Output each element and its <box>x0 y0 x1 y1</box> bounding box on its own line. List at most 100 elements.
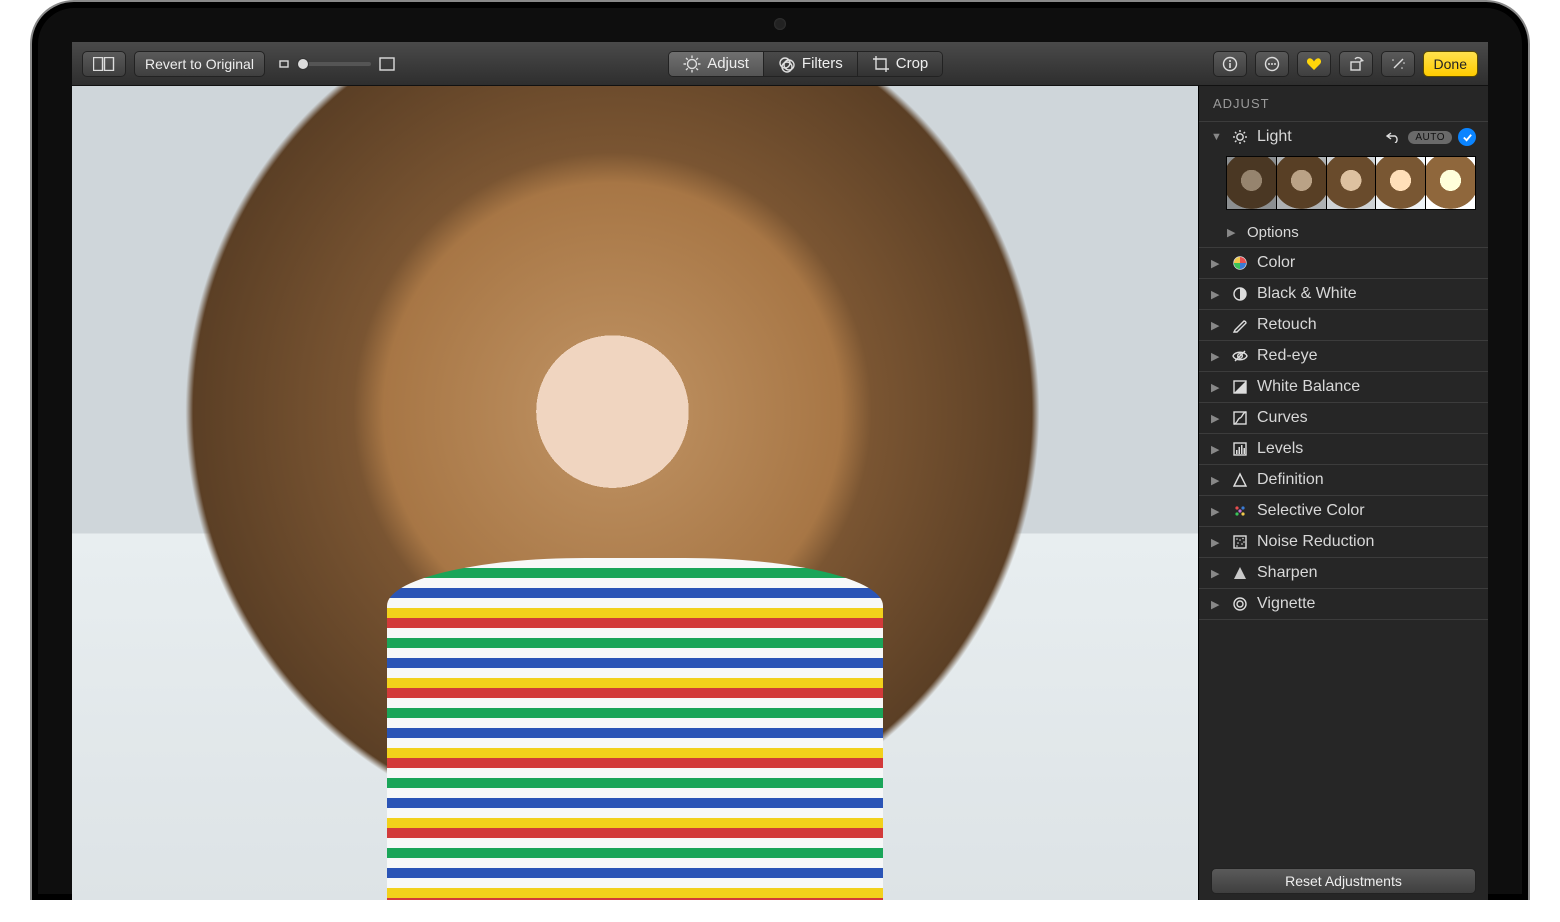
chevron-right-icon: ▶ <box>1211 412 1223 425</box>
zoom-out-icon <box>277 58 291 70</box>
white-balance-icon <box>1231 379 1249 395</box>
light-preview-5[interactable] <box>1425 156 1476 210</box>
row-selective-color-label: Selective Color <box>1257 502 1476 520</box>
section-black-white: ▶Black & White <box>1199 279 1488 310</box>
adjust-panel: ADJUST ▼ Light AUTO <box>1198 86 1488 900</box>
app-window: Revert to Original <box>72 42 1488 900</box>
sharpen-icon <box>1231 565 1249 581</box>
row-curves[interactable]: ▶ Curves <box>1199 403 1488 433</box>
rotate-button[interactable] <box>1339 51 1373 77</box>
row-vignette[interactable]: ▶Vignette <box>1199 589 1488 619</box>
more-button[interactable] <box>1255 51 1289 77</box>
row-retouch-label: Retouch <box>1257 316 1476 334</box>
toolbar: Revert to Original <box>72 42 1488 86</box>
light-icon <box>1231 129 1249 145</box>
chevron-right-icon: ▶ <box>1211 381 1223 394</box>
row-red-eye-label: Red-eye <box>1257 347 1476 365</box>
heart-icon <box>1306 57 1322 71</box>
red-eye-icon <box>1231 348 1249 364</box>
compare-toggle[interactable] <box>82 51 126 77</box>
undo-icon[interactable] <box>1384 131 1402 143</box>
row-curves-label: Curves <box>1257 409 1476 427</box>
selective-color-icon <box>1231 503 1249 519</box>
chevron-right-icon: ▶ <box>1211 350 1223 363</box>
info-button[interactable] <box>1213 51 1247 77</box>
color-icon <box>1231 255 1249 271</box>
row-definition[interactable]: ▶ Definition <box>1199 465 1488 495</box>
tab-crop[interactable]: Crop <box>858 52 943 76</box>
row-sharpen[interactable]: ▶Sharpen <box>1199 558 1488 588</box>
crop-icon <box>872 55 890 73</box>
section-white-balance: ▶ White Balance <box>1199 372 1488 403</box>
row-definition-label: Definition <box>1257 471 1476 489</box>
tab-adjust-label: Adjust <box>707 55 749 72</box>
tab-adjust[interactable]: Adjust <box>669 52 764 76</box>
section-selective-color: ▶ Selective Color <box>1199 496 1488 527</box>
row-white-balance[interactable]: ▶ White Balance <box>1199 372 1488 402</box>
adjust-icon <box>683 55 701 73</box>
row-vignette-label: Vignette <box>1257 595 1476 613</box>
row-levels[interactable]: ▶Levels <box>1199 434 1488 464</box>
light-preview-4[interactable] <box>1375 156 1426 210</box>
light-preview-strip[interactable] <box>1199 152 1488 218</box>
light-preview-3[interactable] <box>1326 156 1377 210</box>
done-label: Done <box>1434 56 1467 72</box>
zoom-thumb[interactable] <box>297 58 309 70</box>
row-color[interactable]: ▶Color <box>1199 248 1488 278</box>
light-preview-2[interactable] <box>1276 156 1327 210</box>
curves-icon <box>1231 410 1249 426</box>
revert-label: Revert to Original <box>145 56 254 72</box>
tab-filters-label: Filters <box>802 55 843 72</box>
photo-canvas[interactable] <box>72 86 1198 900</box>
section-curves: ▶ Curves <box>1199 403 1488 434</box>
chevron-right-icon: ▶ <box>1227 226 1239 239</box>
mode-segmented-control: Adjust Filters Crop <box>668 51 943 77</box>
section-noise-reduction: ▶ Noise Reduction <box>1199 527 1488 558</box>
row-white-balance-label: White Balance <box>1257 378 1476 396</box>
favorite-button[interactable] <box>1297 51 1331 77</box>
more-icon <box>1264 56 1280 72</box>
wand-icon <box>1390 56 1406 72</box>
tab-filters[interactable]: Filters <box>764 52 858 76</box>
reset-adjustments-button[interactable]: Reset Adjustments <box>1211 868 1476 894</box>
row-retouch[interactable]: ▶Retouch <box>1199 310 1488 340</box>
row-noise-reduction[interactable]: ▶ Noise Reduction <box>1199 527 1488 557</box>
done-button[interactable]: Done <box>1423 51 1478 77</box>
section-vignette: ▶Vignette <box>1199 589 1488 620</box>
chevron-right-icon: ▶ <box>1211 536 1223 549</box>
vignette-icon <box>1231 596 1249 612</box>
chevron-right-icon: ▶ <box>1211 567 1223 580</box>
row-black-white[interactable]: ▶Black & White <box>1199 279 1488 309</box>
light-preview-1[interactable] <box>1226 156 1277 210</box>
row-noise-reduction-label: Noise Reduction <box>1257 533 1476 551</box>
row-light-label: Light <box>1257 128 1376 146</box>
zoom-slider[interactable] <box>273 57 399 71</box>
row-selective-color[interactable]: ▶ Selective Color <box>1199 496 1488 526</box>
tab-crop-label: Crop <box>896 55 929 72</box>
chevron-down-icon: ▼ <box>1211 131 1223 143</box>
auto-pill[interactable]: AUTO <box>1408 131 1452 144</box>
section-levels: ▶Levels <box>1199 434 1488 465</box>
chevron-right-icon: ▶ <box>1211 474 1223 487</box>
section-definition: ▶ Definition <box>1199 465 1488 496</box>
enabled-check[interactable] <box>1458 128 1476 146</box>
chevron-right-icon: ▶ <box>1211 505 1223 518</box>
section-retouch: ▶Retouch <box>1199 310 1488 341</box>
row-red-eye[interactable]: ▶ Red-eye <box>1199 341 1488 371</box>
row-light[interactable]: ▼ Light AUTO <box>1199 122 1488 152</box>
revert-button[interactable]: Revert to Original <box>134 51 265 77</box>
section-sharpen: ▶Sharpen <box>1199 558 1488 589</box>
info-icon <box>1222 56 1238 72</box>
auto-enhance-button[interactable] <box>1381 51 1415 77</box>
section-red-eye: ▶ Red-eye <box>1199 341 1488 372</box>
row-black-white-label: Black & White <box>1257 285 1476 303</box>
row-light-options-label: Options <box>1247 224 1476 241</box>
photo-image-detail <box>387 558 882 900</box>
black-white-icon <box>1231 286 1249 302</box>
rotate-icon <box>1348 56 1364 72</box>
zoom-track[interactable] <box>299 62 371 66</box>
row-color-label: Color <box>1257 254 1476 272</box>
noise-reduction-icon <box>1231 534 1249 550</box>
row-light-options[interactable]: ▶ Options <box>1199 218 1488 247</box>
row-levels-label: Levels <box>1257 440 1476 458</box>
